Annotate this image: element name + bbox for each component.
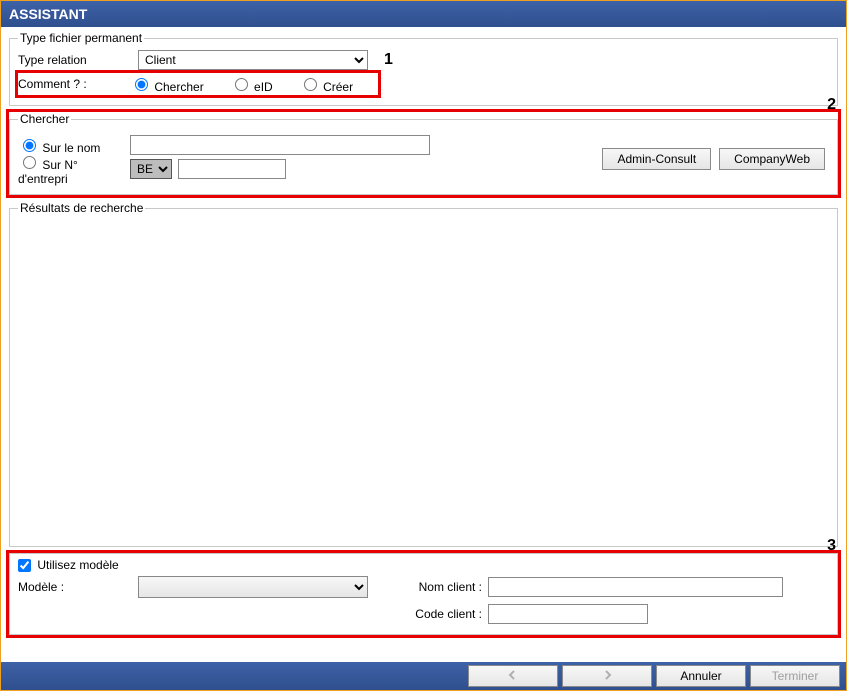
footer-bar: Annuler Terminer (1, 662, 846, 690)
select-type-relation[interactable]: Client (138, 50, 368, 70)
label-comment: Comment ? : (18, 77, 130, 91)
radio-sur-num[interactable] (23, 156, 36, 169)
window-title: ASSISTANT (9, 6, 87, 22)
radio-chercher[interactable] (135, 78, 148, 91)
label-modele: Modèle : (18, 580, 138, 594)
label-nom-client: Nom client : (388, 580, 488, 594)
btn-company-web[interactable]: CompanyWeb (719, 148, 825, 170)
checkbox-use-model[interactable] (18, 559, 31, 572)
fieldset-modele: Utilisez modèle Modèle : Nom client : Co… (9, 553, 838, 635)
radio-eid[interactable] (235, 78, 248, 91)
comment-row: Comment ? : Chercher eID Créer (18, 73, 378, 95)
select-country[interactable]: BE (130, 159, 172, 179)
radio-sur-nom[interactable] (23, 139, 36, 152)
window-header: ASSISTANT (1, 1, 846, 27)
btn-next[interactable] (562, 665, 652, 687)
input-code-client[interactable] (488, 604, 648, 624)
radio-eid-text: eID (254, 80, 273, 94)
checkbox-use-model-label[interactable]: Utilisez modèle (18, 558, 119, 572)
radio-creer[interactable] (304, 78, 317, 91)
content-area: Type fichier permanent Type relation Cli… (1, 27, 846, 662)
fieldset-results: Résultats de recherche (9, 201, 838, 547)
radio-chercher-label[interactable]: Chercher (130, 75, 204, 94)
radio-sur-num-label[interactable]: Sur N° d'entrepri (18, 153, 130, 186)
input-nom-client[interactable] (488, 577, 783, 597)
checkbox-use-model-text: Utilisez modèle (37, 558, 118, 572)
radio-group-comment: Chercher eID Créer (130, 75, 377, 94)
radio-creer-text: Créer (323, 80, 353, 94)
radio-eid-label[interactable]: eID (230, 75, 273, 94)
radio-chercher-text: Chercher (154, 80, 203, 94)
btn-prev[interactable] (468, 665, 558, 687)
arrow-right-icon (601, 669, 613, 681)
label-type-relation: Type relation (18, 53, 138, 67)
search-buttons: Admin-Consult CompanyWeb (602, 148, 825, 170)
btn-annuler[interactable]: Annuler (656, 665, 746, 687)
label-code-client: Code client : (388, 607, 488, 621)
btn-admin-consult[interactable]: Admin-Consult (602, 148, 711, 170)
legend-permanent: Type fichier permanent (18, 31, 144, 45)
legend-chercher: Chercher (18, 112, 71, 126)
fieldset-permanent: Type fichier permanent Type relation Cli… (9, 31, 838, 106)
legend-results: Résultats de recherche (18, 201, 145, 215)
input-entreprise-num[interactable] (178, 159, 286, 179)
btn-terminer[interactable]: Terminer (750, 665, 840, 687)
select-modele[interactable] (138, 576, 368, 598)
arrow-left-icon (507, 669, 519, 681)
fieldset-chercher: Chercher Admin-Consult CompanyWeb Sur le… (9, 112, 838, 195)
radio-creer-label[interactable]: Créer (299, 75, 353, 94)
annotation-1: 1 (384, 51, 393, 69)
input-nom[interactable] (130, 135, 430, 155)
